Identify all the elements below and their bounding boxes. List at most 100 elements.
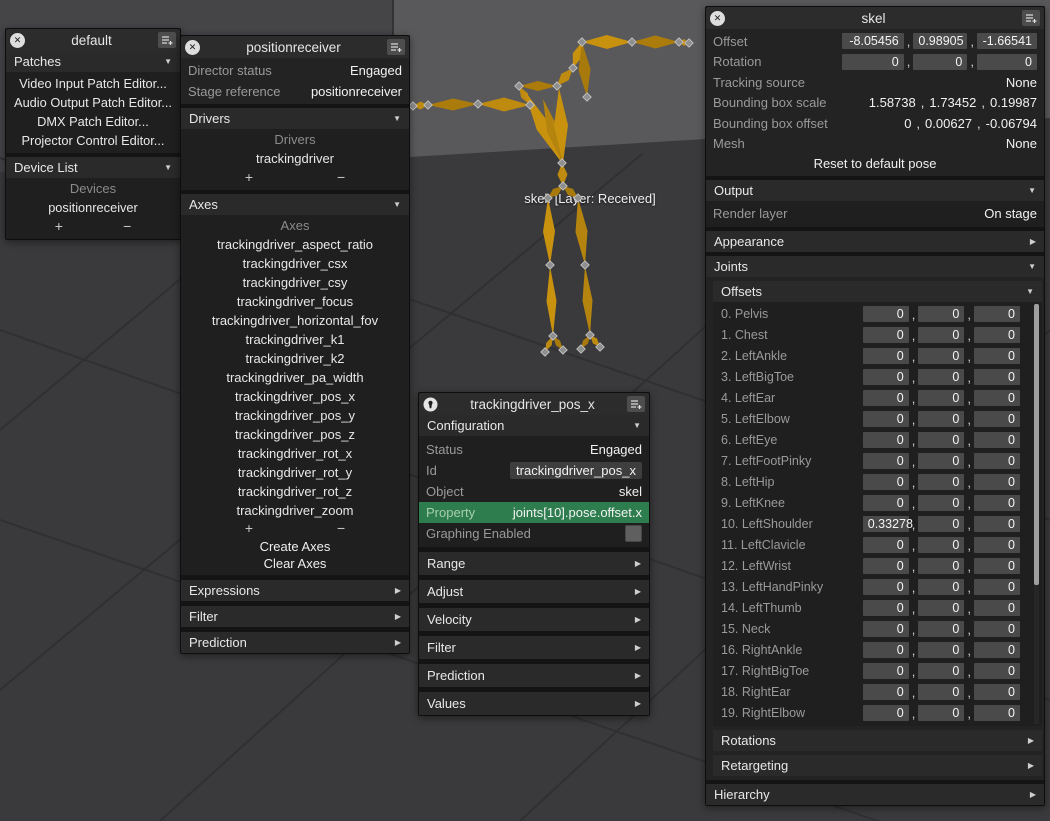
section-header-rotations[interactable]: Rotations ▶ (713, 730, 1042, 751)
id-field[interactable]: trackingdriver_pos_x (510, 462, 642, 479)
axis-item[interactable]: trackingdriver_k2 (181, 349, 409, 368)
panel-trackingdriver-pos-x-header[interactable]: trackingdriver_pos_x (419, 393, 649, 415)
joint-offset-x-field[interactable]: 0 (863, 600, 909, 616)
joint-offset-x-field[interactable]: 0 (863, 621, 909, 637)
create-axes-button[interactable]: Create Axes (181, 538, 409, 555)
collapsed-section-header[interactable]: Prediction ▶ (181, 632, 409, 653)
offset-y-field[interactable]: 0.98905 (913, 33, 967, 49)
joint-offset-y-field[interactable]: 0 (918, 705, 964, 721)
joint-offset-x-field[interactable]: 0 (863, 474, 909, 490)
joint-offset-x-field[interactable]: 0 (863, 579, 909, 595)
axis-item[interactable]: trackingdriver_rot_x (181, 444, 409, 463)
patch-editor-item[interactable]: Video Input Patch Editor... (6, 74, 180, 93)
joint-offset-y-field[interactable]: 0 (918, 516, 964, 532)
section-header-axes[interactable]: Axes ▼ (181, 194, 409, 215)
joint-offset-x-field[interactable]: 0 (863, 306, 909, 322)
section-header-appearance[interactable]: Appearance ▶ (706, 231, 1044, 252)
collapsed-section-header[interactable]: Filter ▶ (181, 606, 409, 627)
collapsed-section-header[interactable]: Filter ▶ (419, 636, 649, 659)
edit-notes-icon[interactable] (158, 32, 176, 48)
joint-offset-x-field[interactable]: 0 (863, 327, 909, 343)
joint-offset-x-field[interactable]: 0 (863, 663, 909, 679)
joint-offset-z-field[interactable]: 0 (974, 600, 1020, 616)
edit-notes-icon[interactable] (1022, 10, 1040, 26)
add-device-button[interactable]: + (55, 218, 63, 234)
stage-reference-value[interactable]: positionreceiver (311, 84, 402, 99)
offset-x-field[interactable]: -8.05456 (842, 33, 904, 49)
property-value[interactable]: joints[10].pose.offset.x (513, 505, 642, 520)
joint-offset-x-field[interactable]: 0 (863, 558, 909, 574)
remove-axis-button[interactable]: − (337, 520, 345, 536)
axis-item[interactable]: trackingdriver_pos_x (181, 387, 409, 406)
joint-offset-x-field[interactable]: 0 (863, 453, 909, 469)
reset-to-default-pose-button[interactable]: Reset to default pose (706, 154, 1044, 174)
joint-offset-z-field[interactable]: 0 (974, 348, 1020, 364)
panel-positionreceiver-header[interactable]: ✕ positionreceiver (181, 36, 409, 58)
panel-default-header[interactable]: ✕ default (6, 29, 180, 51)
joint-offset-z-field[interactable]: 0 (974, 684, 1020, 700)
joint-offset-y-field[interactable]: 0 (918, 684, 964, 700)
collapsed-section-header[interactable]: Expressions ▶ (181, 580, 409, 601)
patch-editor-item[interactable]: Audio Output Patch Editor... (6, 93, 180, 112)
joint-offset-x-field[interactable]: 0 (863, 642, 909, 658)
tracking-source-value[interactable]: None (1006, 75, 1037, 90)
joint-offset-y-field[interactable]: 0 (918, 411, 964, 427)
joint-offset-z-field[interactable]: 0 (974, 453, 1020, 469)
axis-item[interactable]: trackingdriver_horizontal_fov (181, 311, 409, 330)
section-header-drivers[interactable]: Drivers ▼ (181, 108, 409, 129)
joint-offset-z-field[interactable]: 0 (974, 474, 1020, 490)
joint-offset-y-field[interactable]: 0 (918, 495, 964, 511)
joint-offset-y-field[interactable]: 0 (918, 432, 964, 448)
joint-offset-z-field[interactable]: 0 (974, 327, 1020, 343)
joint-offset-y-field[interactable]: 0 (918, 537, 964, 553)
joint-offset-y-field[interactable]: 0 (918, 369, 964, 385)
driver-item[interactable]: trackingdriver (181, 149, 409, 168)
device-item[interactable]: positionreceiver (6, 198, 180, 217)
joint-offset-y-field[interactable]: 0 (918, 558, 964, 574)
section-header-device-list[interactable]: Device List ▼ (6, 157, 180, 178)
joint-offset-x-field[interactable]: 0.33278 (863, 516, 909, 532)
joint-offset-z-field[interactable]: 0 (974, 306, 1020, 322)
mesh-value[interactable]: None (1006, 136, 1037, 151)
axis-item[interactable]: trackingdriver_pa_width (181, 368, 409, 387)
joint-offset-x-field[interactable]: 0 (863, 684, 909, 700)
section-header-offsets[interactable]: Offsets ▼ (713, 281, 1042, 302)
joint-offset-x-field[interactable]: 0 (863, 390, 909, 406)
add-axis-button[interactable]: + (245, 520, 253, 536)
collapsed-section-header[interactable]: Adjust ▶ (419, 580, 649, 603)
joint-offset-y-field[interactable]: 0 (918, 663, 964, 679)
joint-offset-z-field[interactable]: 0 (974, 390, 1020, 406)
edit-notes-icon[interactable] (627, 396, 645, 412)
joint-offset-y-field[interactable]: 0 (918, 642, 964, 658)
joint-offset-z-field[interactable]: 0 (974, 369, 1020, 385)
joint-offset-z-field[interactable]: 0 (974, 642, 1020, 658)
joint-offset-y-field[interactable]: 0 (918, 306, 964, 322)
joint-offset-x-field[interactable]: 0 (863, 411, 909, 427)
joint-offset-z-field[interactable]: 0 (974, 537, 1020, 553)
joint-offset-y-field[interactable]: 0 (918, 579, 964, 595)
joint-offset-x-field[interactable]: 0 (863, 495, 909, 511)
axis-item[interactable]: trackingdriver_csx (181, 254, 409, 273)
joint-offset-z-field[interactable]: 0 (974, 516, 1020, 532)
axis-item[interactable]: trackingdriver_focus (181, 292, 409, 311)
axis-item[interactable]: trackingdriver_rot_y (181, 463, 409, 482)
offsets-scrollbar-thumb[interactable] (1034, 304, 1039, 585)
joint-offset-x-field[interactable]: 0 (863, 537, 909, 553)
clear-axes-button[interactable]: Clear Axes (181, 555, 409, 572)
joint-offset-y-field[interactable]: 0 (918, 600, 964, 616)
rotation-y-field[interactable]: 0 (913, 54, 967, 70)
property-row-highlighted[interactable]: Property joints[10].pose.offset.x (419, 502, 649, 523)
axis-item[interactable]: trackingdriver_aspect_ratio (181, 235, 409, 254)
joint-offset-y-field[interactable]: 0 (918, 327, 964, 343)
offset-z-field[interactable]: -1.66541 (977, 33, 1037, 49)
section-header-patches[interactable]: Patches ▼ (6, 51, 180, 72)
joint-offset-y-field[interactable]: 0 (918, 348, 964, 364)
joint-offset-z-field[interactable]: 0 (974, 411, 1020, 427)
joint-offset-z-field[interactable]: 0 (974, 495, 1020, 511)
close-icon[interactable]: ✕ (185, 40, 200, 55)
joint-offset-y-field[interactable]: 0 (918, 390, 964, 406)
joint-offset-z-field[interactable]: 0 (974, 621, 1020, 637)
collapsed-section-header[interactable]: Range ▶ (419, 552, 649, 575)
joint-offset-z-field[interactable]: 0 (974, 663, 1020, 679)
remove-device-button[interactable]: − (123, 218, 131, 234)
